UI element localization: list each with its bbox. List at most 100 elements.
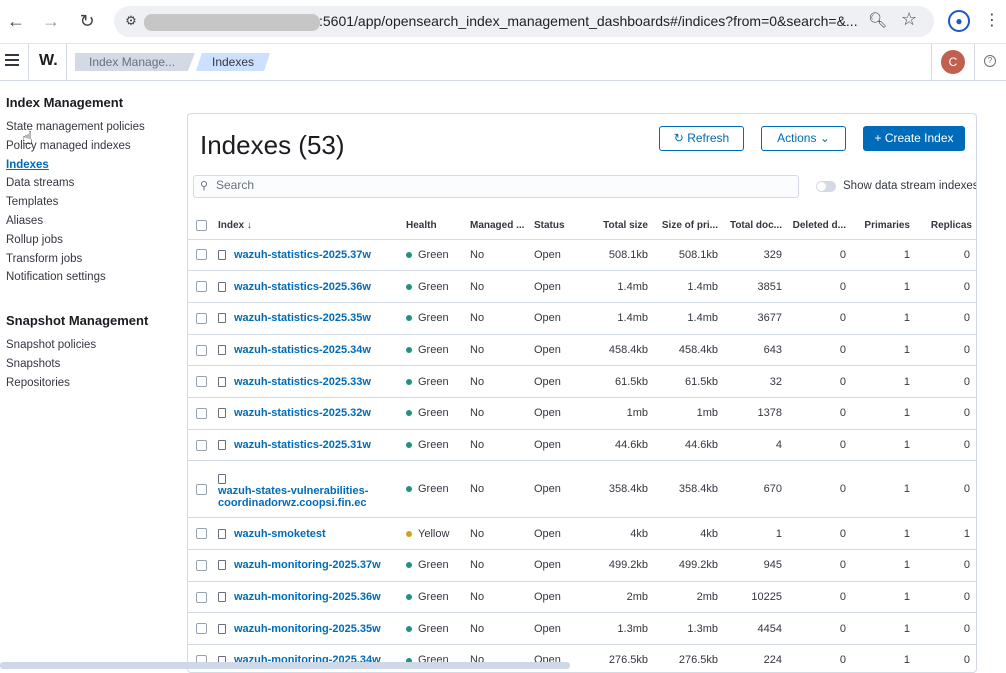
deleted-docs-value: 0 [786,429,850,462]
replicas-value: 0 [914,581,976,614]
index-name-link[interactable]: wazuh-statistics-2025.33w [234,376,371,388]
select-all-checkbox[interactable] [196,219,207,231]
bookmark-star-icon[interactable]: ☆ [901,9,917,30]
row-checkbox[interactable] [196,281,207,293]
primaries-value: 1 [850,365,914,398]
primary-size-value: 499.2kb [652,549,722,582]
forward-icon[interactable]: → [40,10,62,32]
health-value: Green [418,312,449,325]
row-checkbox[interactable] [196,376,207,388]
indexes-table: Index ↓ Health Managed ... Status Total … [188,212,976,672]
address-bar[interactable]: ⚙ :5601/app/opensearch_index_management_… [114,6,934,37]
profile-icon[interactable]: ● [948,10,970,32]
health-dot-icon [406,625,412,632]
primary-size-value: 508.1kb [652,239,722,272]
browser-menu-icon[interactable]: ⋮ [984,10,1000,30]
actions-button[interactable]: Actions ⌄ [761,126,846,151]
sidebar-item-rollup-jobs[interactable]: Rollup jobs [6,231,181,250]
index-name-link[interactable]: wazuh-monitoring-2025.35w [234,623,381,635]
row-checkbox[interactable] [196,249,207,261]
sidebar-item-snapshots[interactable]: Snapshots [6,355,181,374]
index-icon [218,623,226,634]
breadcrumb-index-management[interactable]: Index Manage... [75,53,195,71]
total-size-value: 499.2kb [592,549,652,582]
search-box[interactable]: ⚲ [193,175,799,198]
back-icon[interactable]: ← [5,10,27,32]
sidebar-item-data-streams[interactable]: Data streams [6,174,181,193]
total-docs-value: 1 [722,517,786,550]
managed-value: No [466,302,530,335]
row-checkbox[interactable] [196,407,207,419]
row-checkbox[interactable] [196,439,207,451]
index-icon [218,345,226,355]
column-health[interactable]: Health [402,212,466,240]
index-name-link[interactable]: wazuh-statistics-2025.34w [234,344,371,356]
index-name-link[interactable]: wazuh-monitoring-2025.36w [234,591,381,603]
data-stream-toggle[interactable] [816,181,836,192]
url-text[interactable]: :5601/app/opensearch_index_management_da… [319,13,864,29]
index-name-link[interactable]: wazuh-statistics-2025.37w [234,249,371,261]
status-value: Open [530,429,592,462]
column-primary-size[interactable]: Size of pri... [652,212,722,240]
app-logo[interactable]: W. [39,52,58,70]
table-row: wazuh-monitoring-2025.37w Green No Open 499.… [188,549,976,582]
menu-icon[interactable] [5,54,19,66]
help-icon[interactable]: ? [984,55,996,67]
health-dot-icon [406,283,412,290]
table-row: wazuh-monitoring-2025.35w Green No Open 1.3m… [188,612,976,646]
breadcrumb-indexes: Indexes [196,53,270,71]
sidebar-item-repositories[interactable]: Repositories [6,374,181,393]
primary-size-value: 1mb [652,397,722,430]
column-managed[interactable]: Managed ... [466,212,530,240]
index-name-link[interactable]: wazuh-statistics-2025.36w [234,281,371,293]
column-status[interactable]: Status [530,212,592,240]
index-icon [218,376,226,387]
column-index[interactable]: Index ↓ [214,212,402,240]
row-checkbox[interactable] [196,559,207,571]
reload-icon[interactable]: ↻ [76,10,98,32]
site-settings-icon[interactable]: ⚙ [122,12,140,30]
sidebar-item-notification-settings[interactable]: Notification settings [6,268,181,287]
sidebar-item-transform-jobs[interactable]: Transform jobs [6,250,181,269]
sidebar-item-indexes[interactable]: Indexes [6,156,181,175]
total-docs-value: 1378 [722,397,786,430]
sidebar-item-templates[interactable]: Templates [6,193,181,212]
index-name-link[interactable]: wazuh-states-vulnerabilities-coordinador… [218,485,398,509]
index-name-link[interactable]: wazuh-statistics-2025.35w [234,312,371,324]
primary-size-value: 458.4kb [652,334,722,367]
row-checkbox[interactable] [196,344,207,356]
sidebar-item-snapshot-policies[interactable]: Snapshot policies [6,336,181,355]
primary-size-value: 1.4mb [652,302,722,335]
primaries-value: 1 [850,549,914,582]
column-total-docs[interactable]: Total doc... [722,212,786,240]
row-checkbox[interactable] [196,312,207,324]
sidebar-item-aliases[interactable]: Aliases [6,212,181,231]
status-value: Open [530,549,592,582]
horizontal-scrollbar[interactable] [0,662,570,669]
index-name-link[interactable]: wazuh-smoketest [234,528,326,540]
column-deleted-docs[interactable]: Deleted d... [786,212,850,240]
managed-value: No [466,460,530,519]
health-dot-icon [406,315,412,322]
row-checkbox[interactable] [196,528,207,540]
indexes-panel: Indexes (53) ↻ Refresh Actions ⌄ + Creat… [187,113,977,673]
total-size-value: 4kb [592,517,652,550]
index-name-link[interactable]: wazuh-monitoring-2025.37w [234,559,381,571]
user-avatar[interactable]: C [941,50,965,74]
row-checkbox[interactable] [196,483,207,495]
search-input[interactable] [216,178,776,192]
section-title-snapshot-management: Snapshot Management [6,313,149,329]
column-replicas[interactable]: Replicas [914,212,976,240]
column-total-size[interactable]: Total size [592,212,652,240]
column-primaries[interactable]: Primaries [850,212,914,240]
row-checkbox[interactable] [196,623,207,635]
total-size-value: 1mb [592,397,652,430]
row-checkbox[interactable] [196,591,207,603]
primaries-value: 1 [850,517,914,550]
index-name-link[interactable]: wazuh-statistics-2025.32w [234,407,371,419]
index-name-link[interactable]: wazuh-statistics-2025.31w [234,439,371,451]
refresh-button[interactable]: ↻ Refresh [659,126,744,151]
deleted-docs-value: 0 [786,270,850,303]
create-index-button[interactable]: + Create Index [863,126,965,151]
zoom-icon[interactable]: 🔍︎ [868,11,887,29]
